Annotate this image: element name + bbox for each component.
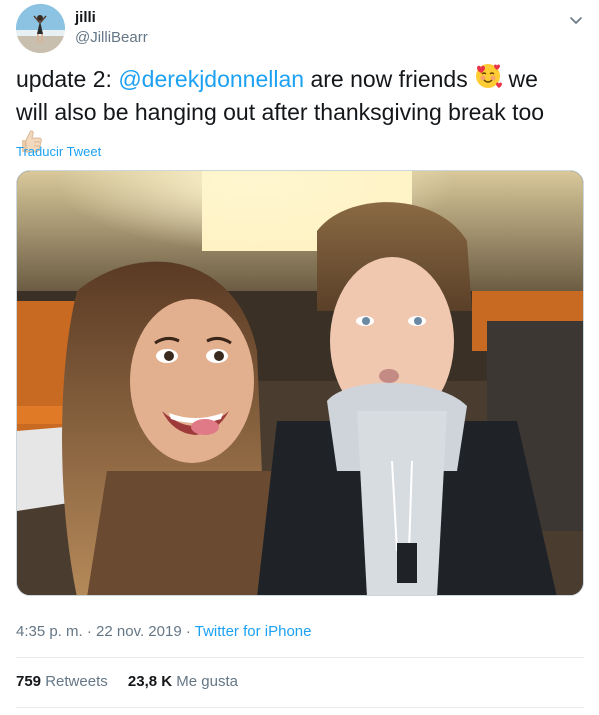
tweet-card: jilli @JilliBearr update 2: @derekjdonne…	[0, 0, 599, 715]
tweet-metadata: 4:35 p. m. · 22 nov. 2019 · Twitter for …	[16, 623, 311, 640]
tweet-photo[interactable]	[16, 170, 584, 596]
retweets-label: Retweets	[45, 673, 108, 690]
likes-stat[interactable]: 23,8 K Me gusta	[128, 673, 238, 690]
mention-link[interactable]: @derekjdonnellan	[118, 66, 304, 92]
tweet-stats: 759 Retweets 23,8 K Me gusta	[16, 673, 254, 690]
user-names: jilli @JilliBearr	[75, 8, 148, 48]
likes-count: 23,8 K	[127, 673, 173, 690]
translate-tweet-link[interactable]: Traducir Tweet	[16, 144, 101, 159]
divider	[16, 657, 584, 658]
avatar[interactable]	[16, 4, 65, 53]
tweet-text-part: update 2:	[16, 66, 119, 92]
photo-image	[17, 171, 583, 595]
tweet-time[interactable]: 4:35 p. m.	[16, 623, 83, 640]
retweets-count: 759	[16, 673, 42, 690]
divider	[16, 707, 584, 708]
tweet-text-part: are now friends	[304, 66, 475, 92]
meta-separator: ·	[181, 623, 195, 640]
tweet-source-link[interactable]: Twitter for iPhone	[195, 623, 312, 640]
chevron-down-icon[interactable]	[566, 10, 586, 30]
smiling-face-with-hearts-icon	[474, 62, 503, 97]
display-name[interactable]: jilli	[75, 8, 148, 28]
meta-separator: ·	[82, 623, 97, 640]
tweet-date[interactable]: 22 nov. 2019	[96, 623, 182, 640]
retweets-stat[interactable]: 759 Retweets	[16, 673, 108, 690]
avatar-image	[16, 4, 65, 53]
user-handle[interactable]: @JilliBearr	[75, 28, 148, 48]
tweet-header: jilli @JilliBearr	[16, 4, 586, 54]
likes-label: Me gusta	[176, 673, 238, 690]
